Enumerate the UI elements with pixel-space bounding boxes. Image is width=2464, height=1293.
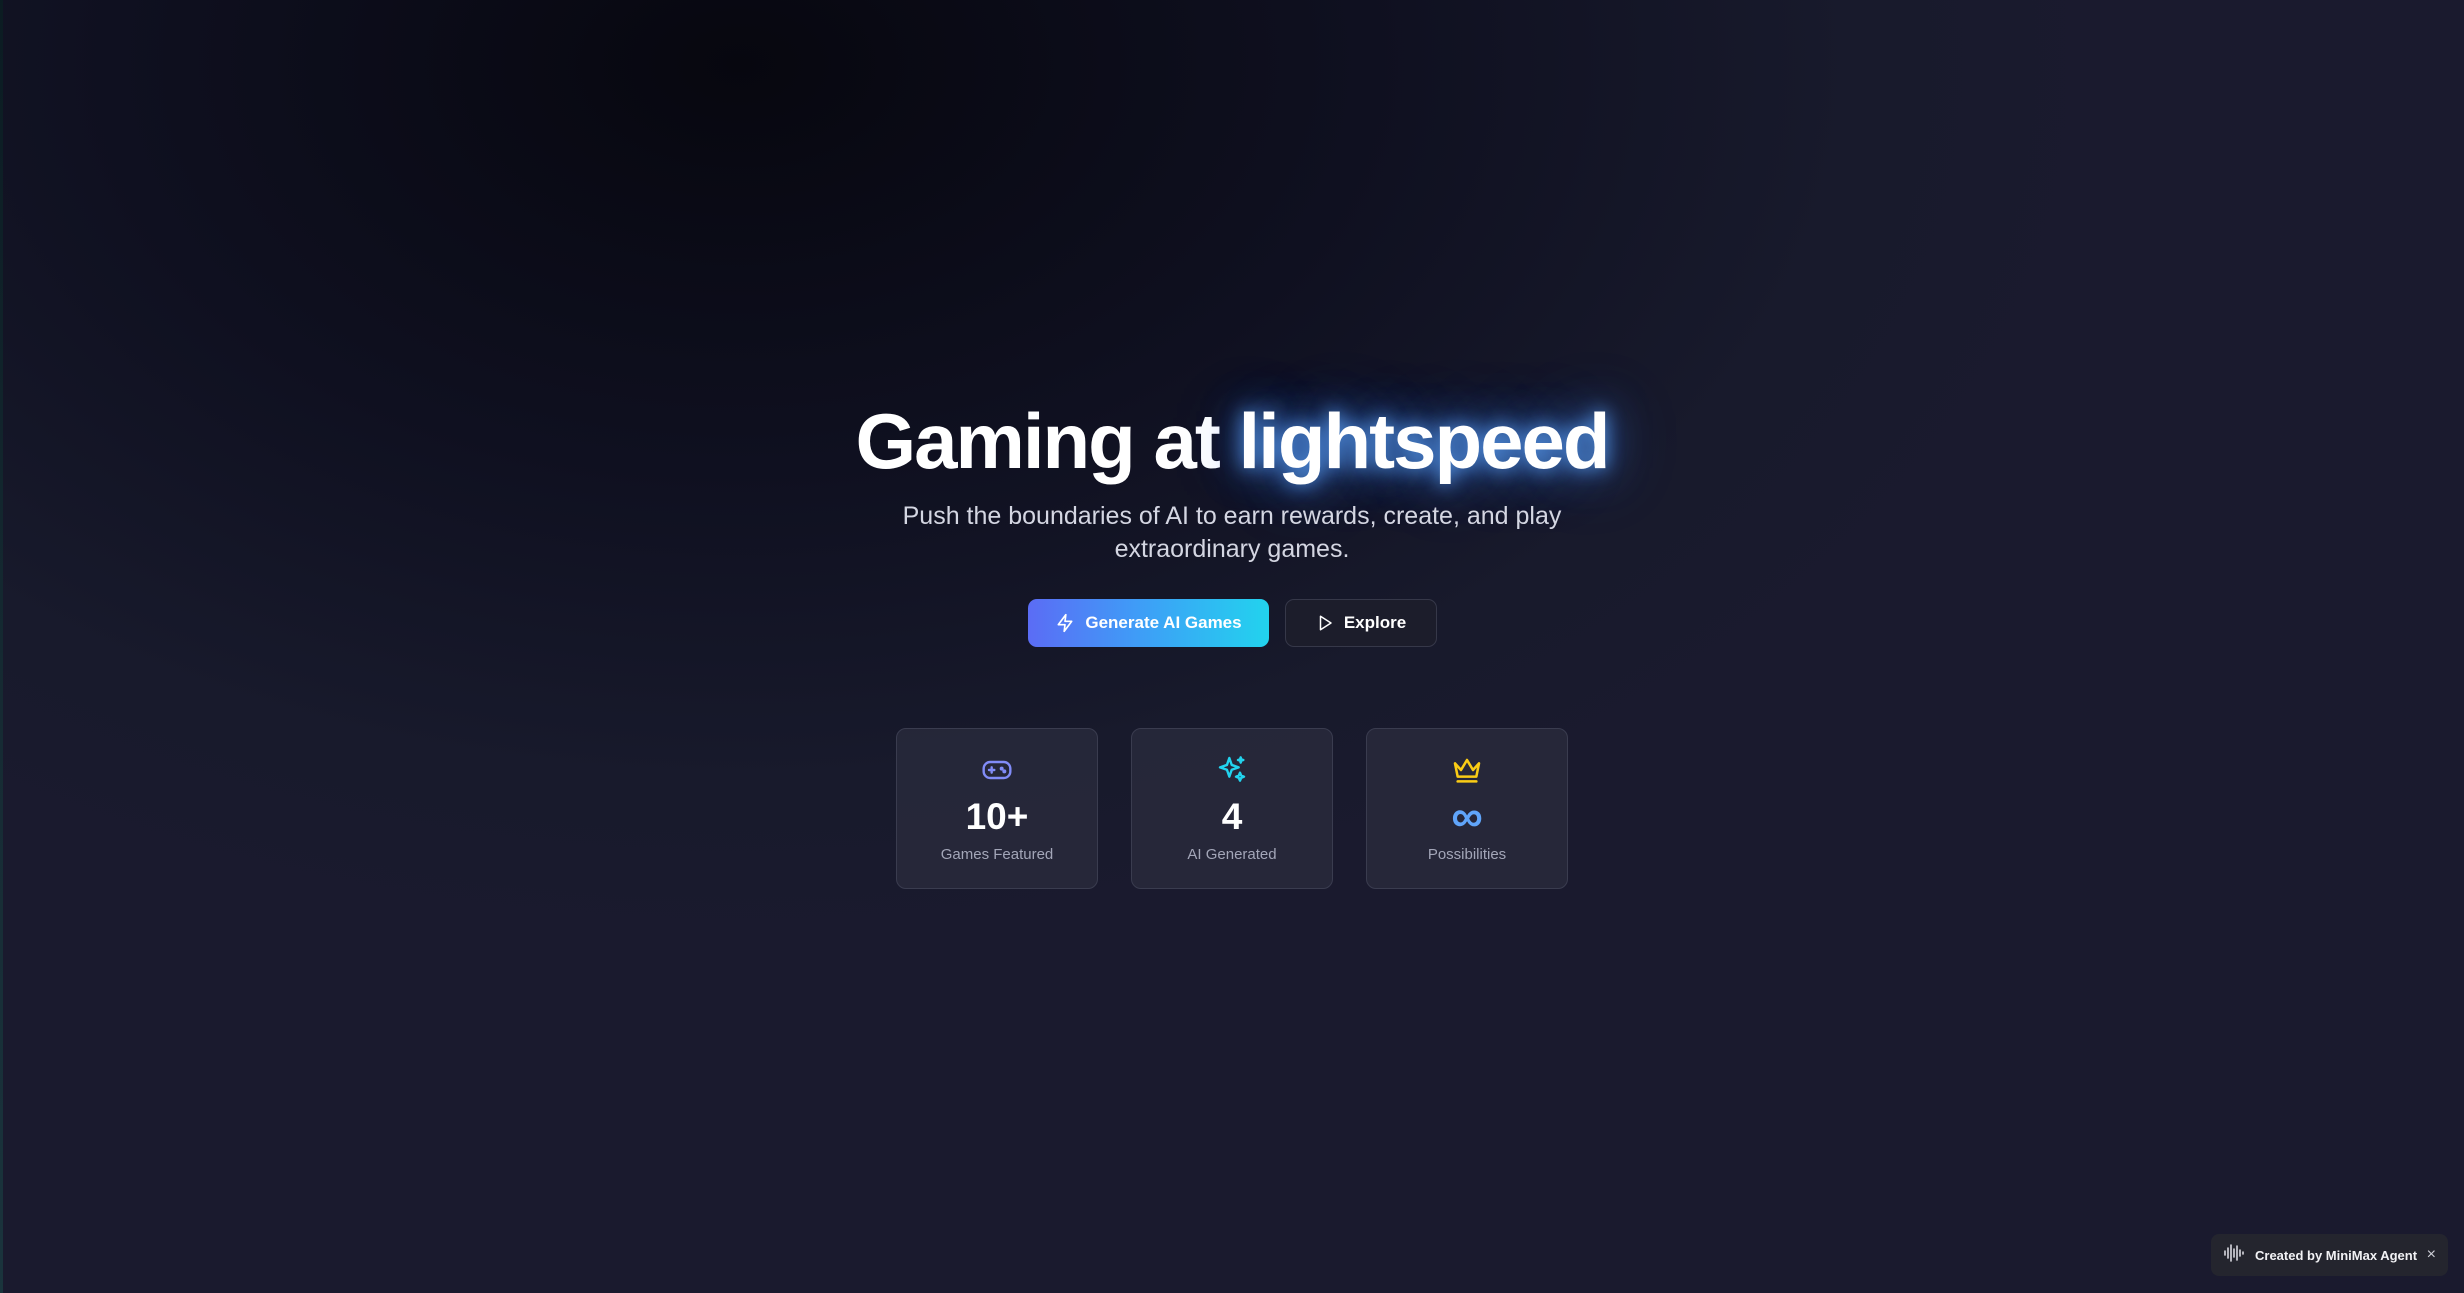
stat-label: AI Generated — [1187, 846, 1277, 863]
hero-title: Gaming at lightspeed — [0, 396, 2464, 486]
sparkles-icon — [1132, 754, 1332, 786]
stat-card-games-featured: 10+ Games Featured — [896, 728, 1098, 889]
stat-value: 10+ — [965, 796, 1029, 837]
hero-section: Gaming at lightspeed Push the boundaries… — [0, 0, 2464, 1293]
stat-label: Possibilities — [1427, 846, 1507, 863]
created-by-badge[interactable]: Created by MiniMax Agent × — [2211, 1234, 2448, 1276]
gamepad-icon — [897, 754, 1097, 786]
explore-button[interactable]: Explore — [1285, 599, 1437, 647]
crown-icon — [1367, 754, 1567, 786]
hero-title-prefix: Gaming at — [855, 397, 1239, 485]
stat-label: Games Featured — [940, 846, 1054, 863]
hero-title-accent: lightspeed — [1238, 397, 1611, 485]
close-icon[interactable]: × — [2427, 1244, 2436, 1266]
badge-label: Created by MiniMax Agent — [2255, 1247, 2418, 1263]
play-icon — [1316, 614, 1334, 632]
lightning-icon — [1055, 613, 1075, 633]
stat-value: 4 — [1221, 796, 1243, 837]
stat-card-ai-generated: 4 AI Generated — [1131, 728, 1333, 889]
generate-ai-games-button[interactable]: Generate AI Games — [1028, 599, 1269, 647]
generate-ai-games-label: Generate AI Games — [1085, 613, 1242, 632]
hero-subtitle: Push the boundaries of AI to earn reward… — [902, 502, 1562, 563]
stat-value: ∞ — [1451, 792, 1483, 841]
waveform-icon — [2223, 1243, 2247, 1268]
stat-card-possibilities: ∞ Possibilities — [1366, 728, 1568, 889]
explore-label: Explore — [1343, 613, 1407, 632]
